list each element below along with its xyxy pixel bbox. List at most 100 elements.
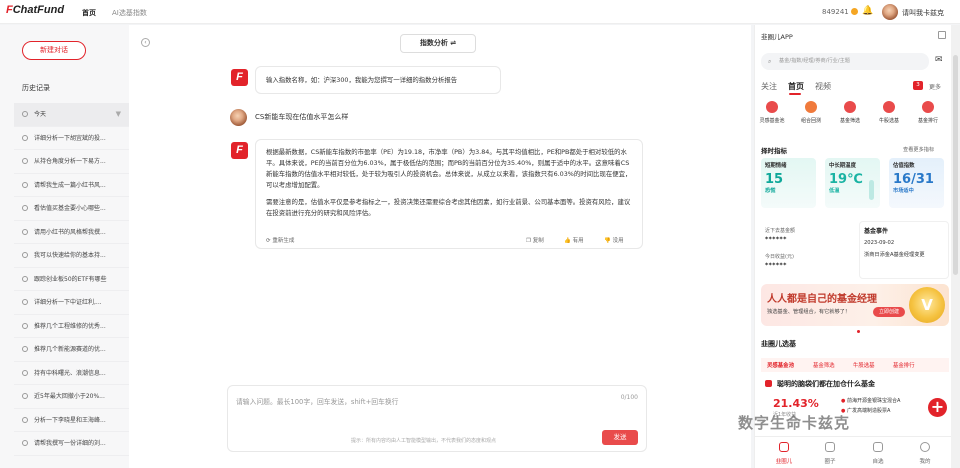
event-title: 基金事件 <box>864 228 889 235</box>
chat-icon <box>22 205 28 211</box>
pick-headline: 聪明的脑袋们都在加仓什么基金 <box>777 380 875 388</box>
bottom-nav: 韭圈儿 圈子 自选 我的 <box>755 436 952 468</box>
coin-icon <box>850 8 858 15</box>
top-bar: FChatFund 首页 AI选基指数 849241 🔔 请叫我卡兹克 <box>0 0 960 24</box>
fund-event-card[interactable]: 基金事件 2023-09-02 浙商日添金A基金经理变更 <box>859 221 949 279</box>
bot-prompt-bubble: 输入指数名称，如：沪深300，我能为您撰写一详细的指数分析报告 <box>255 66 501 94</box>
picks-tab-stock[interactable]: 牛股选基 <box>853 361 875 369</box>
chart-icon <box>805 101 817 113</box>
clock-icon <box>22 111 28 117</box>
notification-badge: 3 <box>913 81 923 90</box>
history-item[interactable]: 详细分析一下胡宜斌的投... <box>14 127 129 150</box>
history-item[interactable]: 请帮我撰写一份详细的刘... <box>14 432 129 456</box>
card-short-sentiment[interactable]: 短期情绪 15 恐慌 <box>761 158 816 208</box>
chat-icon <box>22 440 28 446</box>
bot-response-bubble: 根据最新数据，CS新能车指数的市盈率（PE）为19.18，市净率（PB）为3.8… <box>255 139 643 249</box>
tab-follow[interactable]: 关注 <box>761 81 777 92</box>
pick-return-value: 21.43% <box>773 397 819 410</box>
bell-icon[interactable]: 🔔 <box>862 6 873 16</box>
chevron-down-icon[interactable]: ▼ <box>116 103 121 126</box>
mail-icon[interactable]: ✉ <box>935 55 943 65</box>
history-item[interactable]: 请帮我生成一篇小红书风... <box>14 174 129 197</box>
chat-icon <box>22 393 28 399</box>
copy-button[interactable]: ❐ 复制 <box>526 236 544 247</box>
picks-tab-inspiration[interactable]: 灵感基金池 <box>767 361 794 369</box>
response-paragraph: 根据最新数据，CS新能车指数的市盈率（PE）为19.18，市净率（PB）为3.8… <box>266 148 632 189</box>
history-item[interactable]: 跟踪创业板50的ETF有哪些 <box>14 268 129 291</box>
collapse-sidebar-icon[interactable]: ‹ <box>141 38 150 47</box>
card-value: 15 <box>765 172 784 187</box>
chat-icon <box>22 299 28 305</box>
user-avatar <box>230 109 247 126</box>
disclaimer: 提示：所有内容均由人工智能模型输出，不代表我们的态度和观点 <box>351 438 497 444</box>
promo-banner[interactable]: 人人都是自己的基金经理 独选基金、管理组合，有它就够了！ 立即创建 V <box>761 284 949 326</box>
history-group-today[interactable]: 今天 ▼ <box>14 103 129 127</box>
like-button[interactable]: 👍 有用 <box>564 236 584 247</box>
event-text: 浙商日添金A基金经理变更 <box>864 252 925 258</box>
nav-ai-fund-index[interactable]: AI选基指数 <box>112 8 147 18</box>
shortcut-fund-ranking[interactable]: 基金排行 <box>913 101 943 124</box>
history-item[interactable]: 分析一下李晓星和王海峰... <box>14 409 129 432</box>
send-button[interactable]: 发送 <box>602 430 638 445</box>
scrollbar[interactable] <box>951 25 960 468</box>
history-item[interactable]: 推荐几个工程维修的优秀... <box>14 315 129 338</box>
bulb-icon <box>766 101 778 113</box>
chat-icon <box>22 134 28 141</box>
history-item[interactable]: 推荐几个新能源赛道的优... <box>14 338 129 362</box>
app-search-input[interactable]: ⌕ 基金/指数/经理/券商/行业/主题 <box>761 53 929 70</box>
points-counter: 849241 <box>822 8 858 16</box>
bottom-nav-circle[interactable]: 圈子 <box>815 457 845 465</box>
tab-home[interactable]: 首页 <box>788 81 804 92</box>
shortcut-stock-fund[interactable]: 牛股选基 <box>874 101 904 124</box>
bottom-nav-mine[interactable]: 我的 <box>910 457 940 465</box>
history-item[interactable]: 近5年最大回撤小于20%... <box>14 385 129 409</box>
chat-area: ‹ 指数分析 ⇌ F 输入指数名称，如：沪深300，我能为您撰写一详细的指数分析… <box>129 25 751 468</box>
v-badge-icon: V <box>909 287 945 323</box>
more-link[interactable]: 更多 <box>929 82 941 91</box>
filter-icon <box>844 101 856 113</box>
history-item[interactable]: 请用小红书的风格帮我撰... <box>14 221 129 244</box>
card-long-temperature[interactable]: 中长期温度 19℃ 低温 <box>825 158 880 208</box>
logo[interactable]: FChatFund <box>6 4 64 16</box>
tab-indicator <box>789 93 801 95</box>
bottom-nav-watchlist[interactable]: 自选 <box>863 457 893 465</box>
fund-value: ****** <box>765 236 787 243</box>
mode-switch-button[interactable]: 指数分析 ⇌ <box>400 34 476 53</box>
panel-layout-icon[interactable] <box>938 31 946 39</box>
event-date: 2023-09-02 <box>864 240 895 246</box>
shortcut-portfolio-backtest[interactable]: 组合回测 <box>796 101 826 124</box>
shortcut-fund-filter[interactable]: 基金筛选 <box>835 101 865 124</box>
card-title: 估值指数 <box>893 163 915 169</box>
chat-icon <box>22 346 28 352</box>
card-valuation-index[interactable]: 估值指数 16/31 市场适中 <box>889 158 944 208</box>
response-actions: ⟳ 重新生成 ❐ 复制 👍 有用 👎 没用 <box>256 231 642 248</box>
picks-tab-filter[interactable]: 基金筛选 <box>813 361 835 369</box>
history-item[interactable]: 详细分析一下中证红利,... <box>14 291 129 315</box>
new-chat-button[interactable]: 新建对话 <box>22 41 86 60</box>
history-list: 今天 ▼ 详细分析一下胡宜斌的投... 从持仓角度分析一下易方... 请帮我生成一… <box>14 103 129 456</box>
history-item[interactable]: 从持仓角度分析一下易方... <box>14 150 129 174</box>
username[interactable]: 请叫我卡兹克 <box>902 8 944 18</box>
card-value: 16/31 <box>893 172 934 187</box>
home-icon <box>779 442 789 452</box>
tab-video[interactable]: 视频 <box>815 81 831 92</box>
nav-home[interactable]: 首页 <box>82 8 96 18</box>
picks-tab-ranking[interactable]: 基金排行 <box>893 361 915 369</box>
history-item[interactable]: 持有中科曙光、浪潮信息... <box>14 362 129 385</box>
timing-section-title: 择时指标 <box>761 147 787 155</box>
user-question: CS新能车现在估值水平怎么样 <box>255 113 349 121</box>
banner-subtitle: 独选基金、管理组合，有它就够了！ <box>767 309 851 315</box>
pick-fund[interactable]: ● 前海开源金银珠宝混合A <box>841 397 900 404</box>
scrollbar-thumb[interactable] <box>953 55 958 275</box>
bottom-nav-home[interactable]: 韭圈儿 <box>769 457 799 465</box>
regenerate-button[interactable]: ⟳ 重新生成 <box>266 236 294 247</box>
card-status: 市场适中 <box>893 188 914 194</box>
banner-create-button[interactable]: 立即创建 <box>873 307 905 317</box>
history-item[interactable]: 我可以快速给你的基本持... <box>14 244 129 268</box>
avatar[interactable] <box>882 4 898 20</box>
shortcut-inspiration-pool[interactable]: 灵感基金池 <box>757 101 787 124</box>
dislike-button[interactable]: 👎 没用 <box>604 236 624 247</box>
history-item[interactable]: 看估值买基金要小心哪些... <box>14 197 129 221</box>
timing-more-link[interactable]: 查看更多指标 <box>903 146 934 153</box>
add-floating-button[interactable]: + <box>928 398 947 417</box>
